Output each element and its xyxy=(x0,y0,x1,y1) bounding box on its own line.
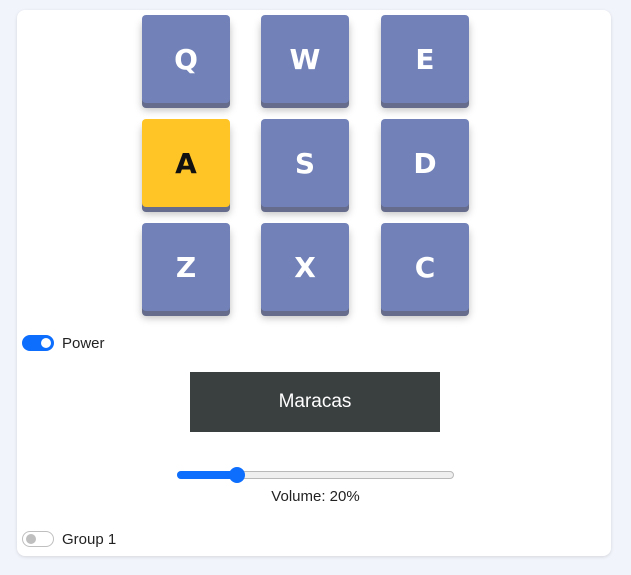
drum-pad-s[interactable]: S xyxy=(261,119,349,207)
volume-readout: Volume: 20% xyxy=(271,488,360,505)
drum-pad-q[interactable]: Q xyxy=(142,15,230,103)
sound-display: Maracas xyxy=(190,372,440,432)
power-toggle-knob xyxy=(41,338,51,348)
drum-pad-x[interactable]: X xyxy=(261,223,349,311)
power-toggle[interactable] xyxy=(22,335,54,351)
drum-pad-d[interactable]: D xyxy=(381,119,469,207)
power-label: Power xyxy=(62,335,105,352)
drum-pad-c[interactable]: C xyxy=(381,223,469,311)
bank-toggle-knob xyxy=(26,534,36,544)
volume-slider-fill xyxy=(177,471,238,479)
drum-pad-w[interactable]: W xyxy=(261,15,349,103)
bank-label: Group 1 xyxy=(62,531,117,548)
bank-toggle[interactable] xyxy=(22,531,54,547)
drum-pad-e[interactable]: E xyxy=(381,15,469,103)
drum-pad-a[interactable]: A xyxy=(142,119,230,207)
drum-pad-z[interactable]: Z xyxy=(142,223,230,311)
